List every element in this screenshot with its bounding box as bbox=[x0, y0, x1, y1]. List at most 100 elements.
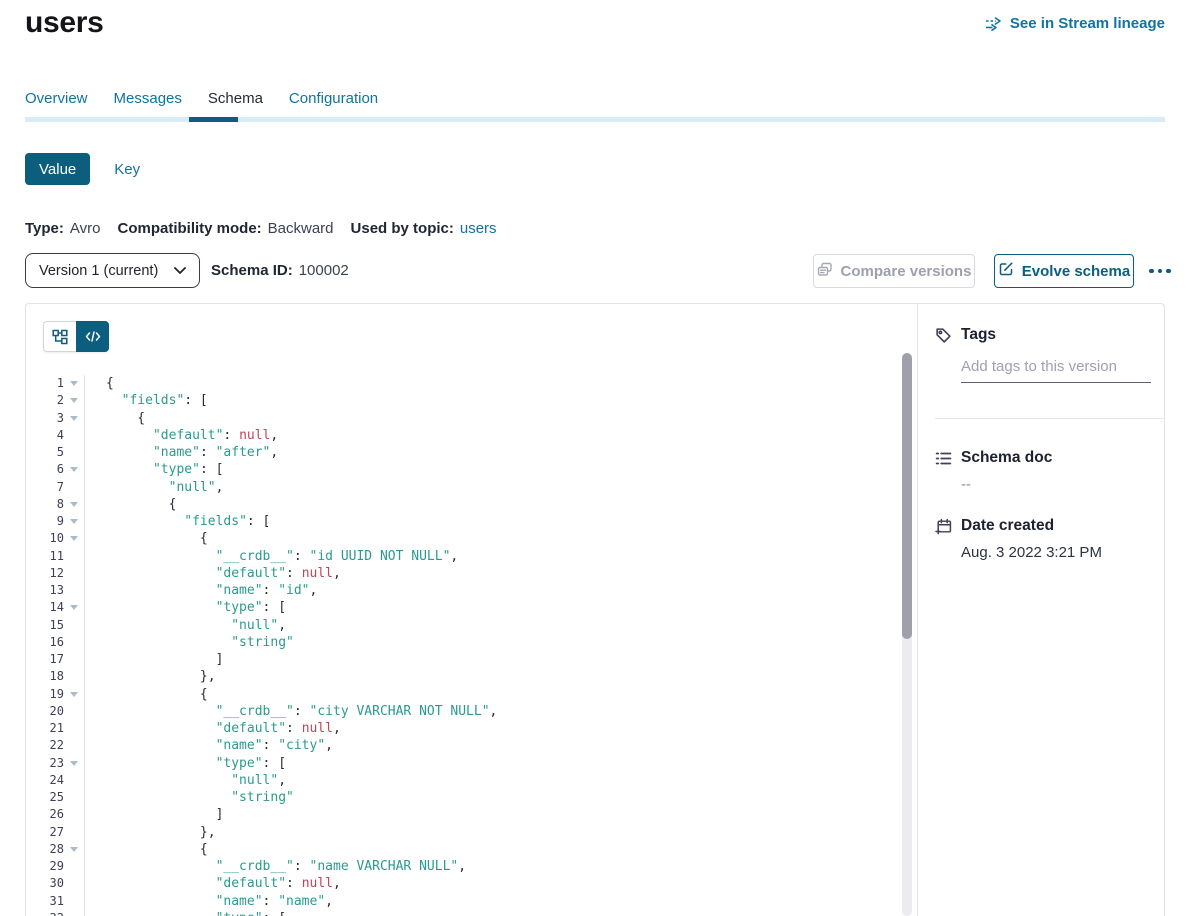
code-text: "name": "city", bbox=[85, 737, 333, 754]
tree-view-button[interactable] bbox=[43, 321, 76, 352]
version-select[interactable]: Version 1 (current) bbox=[25, 253, 200, 288]
evolve-schema-label: Evolve schema bbox=[1022, 263, 1130, 280]
code-text: { bbox=[85, 410, 145, 427]
code-text: "name": "after", bbox=[85, 444, 278, 461]
code-text: "string" bbox=[85, 789, 294, 806]
code-line: 2 "fields": [ bbox=[26, 392, 899, 409]
edit-icon bbox=[998, 261, 1014, 281]
code-line: 30 "default": null, bbox=[26, 875, 899, 892]
tags-input[interactable] bbox=[961, 358, 1151, 383]
fold-arrow-icon[interactable] bbox=[64, 513, 85, 530]
compare-versions-label: Compare versions bbox=[841, 263, 972, 280]
code-text: "name": "name", bbox=[85, 893, 333, 910]
line-number: 26 bbox=[26, 806, 64, 823]
code-text: }, bbox=[85, 824, 216, 841]
fold-spacer bbox=[64, 893, 85, 910]
fold-arrow-icon[interactable] bbox=[64, 392, 85, 409]
code-text: "string" bbox=[85, 634, 294, 651]
code-line: 3 { bbox=[26, 410, 899, 427]
type-label: Type: bbox=[25, 220, 64, 237]
line-number: 2 bbox=[26, 392, 64, 409]
tab-configuration[interactable]: Configuration bbox=[289, 90, 378, 107]
date-created-section: Date created Aug. 3 2022 3:21 PM bbox=[935, 517, 1146, 561]
code-line: 5 "name": "after", bbox=[26, 444, 899, 461]
version-bar: Version 1 (current) Schema ID: 100002 Co… bbox=[25, 253, 1165, 289]
code-lines: 1{2 "fields": [3 {4 "default": null,5 "n… bbox=[26, 375, 899, 916]
line-number: 32 bbox=[26, 910, 64, 916]
code-line: 12 "default": null, bbox=[26, 565, 899, 582]
code-text: "null", bbox=[85, 617, 286, 634]
code-line: 25 "string" bbox=[26, 789, 899, 806]
line-number: 8 bbox=[26, 496, 64, 513]
code-text: "null", bbox=[85, 479, 223, 496]
fold-spacer bbox=[64, 668, 85, 685]
code-text: "default": null, bbox=[85, 875, 341, 892]
tab-overview[interactable]: Overview bbox=[25, 90, 88, 107]
fold-spacer bbox=[64, 789, 85, 806]
code-text: }, bbox=[85, 668, 216, 685]
fold-arrow-icon[interactable] bbox=[64, 461, 85, 478]
code-line: 15 "null", bbox=[26, 617, 899, 634]
tab-messages[interactable]: Messages bbox=[114, 90, 182, 107]
tabs-active-indicator bbox=[189, 117, 238, 122]
compatibility-value: Backward bbox=[268, 220, 334, 237]
code-line: 13 "name": "id", bbox=[26, 582, 899, 599]
code-line: 16 "string" bbox=[26, 634, 899, 651]
code-text: ] bbox=[85, 651, 223, 668]
key-toggle-button[interactable]: Key bbox=[114, 161, 140, 178]
stream-lineage-icon bbox=[985, 17, 1003, 31]
line-number: 20 bbox=[26, 703, 64, 720]
value-toggle-button[interactable]: Value bbox=[25, 153, 90, 185]
fold-spacer bbox=[64, 875, 85, 892]
fold-arrow-icon[interactable] bbox=[64, 410, 85, 427]
code-line: 18 }, bbox=[26, 668, 899, 685]
code-line: 4 "default": null, bbox=[26, 427, 899, 444]
code-line: 9 "fields": [ bbox=[26, 513, 899, 530]
editor-scrollbar-thumb[interactable] bbox=[902, 353, 912, 639]
code-line: 26 ] bbox=[26, 806, 899, 823]
fold-arrow-icon[interactable] bbox=[64, 375, 85, 392]
line-number: 3 bbox=[26, 410, 64, 427]
tag-icon bbox=[935, 327, 952, 344]
fold-arrow-icon[interactable] bbox=[64, 496, 85, 513]
schema-id-label: Schema ID: bbox=[211, 262, 293, 279]
line-number: 25 bbox=[26, 789, 64, 806]
evolve-schema-button[interactable]: Evolve schema bbox=[994, 254, 1134, 288]
fold-arrow-icon[interactable] bbox=[64, 910, 85, 916]
compare-versions-icon bbox=[817, 262, 833, 281]
schema-code-pane: 1{2 "fields": [3 {4 "default": null,5 "n… bbox=[26, 304, 917, 916]
date-created-title: Date created bbox=[961, 517, 1054, 535]
code-text: "__crdb__": "id UUID NOT NULL", bbox=[85, 548, 458, 565]
stream-lineage-link[interactable]: See in Stream lineage bbox=[985, 15, 1165, 32]
editor-scrollbar-track[interactable] bbox=[902, 353, 912, 916]
fold-arrow-icon[interactable] bbox=[64, 530, 85, 547]
schema-sidebar: Tags Schema doc -- bbox=[917, 304, 1164, 916]
fold-arrow-icon[interactable] bbox=[64, 841, 85, 858]
fold-spacer bbox=[64, 565, 85, 582]
code-line: 17 ] bbox=[26, 651, 899, 668]
compatibility-label: Compatibility mode: bbox=[117, 220, 261, 237]
code-text: { bbox=[85, 530, 208, 547]
used-by-topic-link[interactable]: users bbox=[460, 220, 497, 237]
fold-arrow-icon[interactable] bbox=[64, 599, 85, 616]
tab-schema[interactable]: Schema bbox=[208, 90, 263, 107]
chevron-down-icon bbox=[174, 263, 186, 279]
code-line: 32 "type": [ bbox=[26, 910, 899, 916]
code-view-button[interactable] bbox=[76, 321, 109, 352]
code-line: 1{ bbox=[26, 375, 899, 392]
fold-spacer bbox=[64, 858, 85, 875]
list-icon bbox=[935, 450, 952, 467]
fold-spacer bbox=[64, 479, 85, 496]
code-text: ] bbox=[85, 806, 223, 823]
fold-arrow-icon[interactable] bbox=[64, 686, 85, 703]
line-number: 24 bbox=[26, 772, 64, 789]
line-number: 1 bbox=[26, 375, 64, 392]
code-text: "default": null, bbox=[85, 720, 341, 737]
code-line: 7 "null", bbox=[26, 479, 899, 496]
more-options-button[interactable] bbox=[1143, 254, 1177, 288]
code-line: 11 "__crdb__": "id UUID NOT NULL", bbox=[26, 548, 899, 565]
compare-versions-button[interactable]: Compare versions bbox=[813, 254, 975, 288]
code-text: "default": null, bbox=[85, 565, 341, 582]
schema-panel: 1{2 "fields": [3 {4 "default": null,5 "n… bbox=[25, 303, 1165, 916]
fold-arrow-icon[interactable] bbox=[64, 755, 85, 772]
